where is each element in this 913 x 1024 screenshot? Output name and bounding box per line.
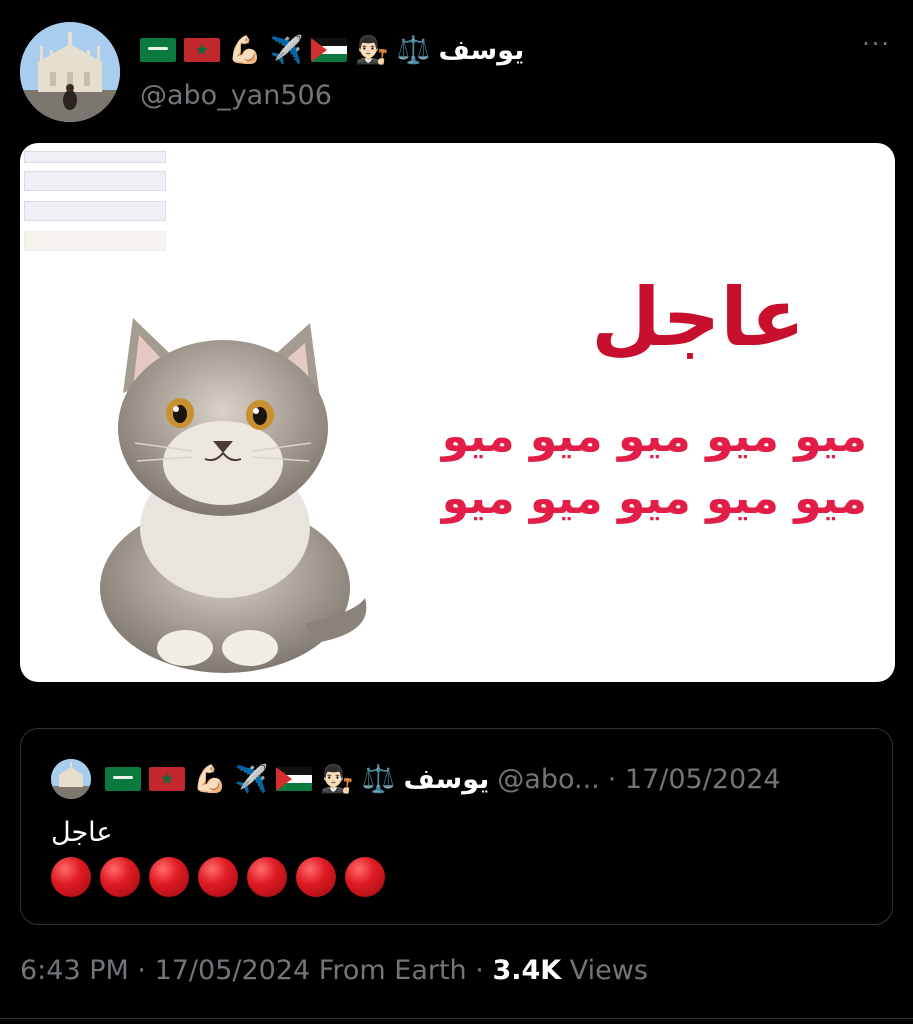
media-ui-strip (24, 201, 166, 221)
tweet-time[interactable]: 6:43 PM (20, 955, 129, 986)
quoted-header: 💪🏻 ✈️ 👨🏻‍⚖️ ⚖️ يوسف @abo... · 17/05/2024 (105, 759, 781, 799)
tweet-media-image[interactable]: عاجل ميو ميو ميو ميو ميو ميو ميو ميو ميو… (20, 143, 895, 682)
tweet-date[interactable]: 17/05/2024 (155, 955, 311, 986)
more-options-icon[interactable]: ··· (862, 30, 891, 58)
views-count[interactable]: 3.4K (492, 955, 561, 986)
man-judge-icon: 👨🏻‍⚖️ (355, 34, 389, 66)
meta-separator: · (475, 955, 493, 986)
quoted-text: عاجل (51, 817, 113, 848)
red-circle-icon (198, 857, 238, 897)
red-circle-icon (345, 857, 385, 897)
balance-scale-icon: ⚖️ (396, 34, 431, 66)
cat-image (100, 318, 367, 673)
quoted-author-avatar[interactable] (51, 759, 91, 799)
saudi-flag-icon (105, 767, 141, 791)
red-circle-icon (100, 857, 140, 897)
tweet-meta: 6:43 PM · 17/05/2024 From Earth · 3.4K V… (20, 955, 648, 986)
divider (0, 1018, 913, 1019)
palestine-flag-icon (311, 38, 348, 62)
flexed-bicep-icon: 💪🏻 (193, 763, 227, 795)
media-ui-strip (24, 151, 166, 163)
morocco-flag-icon (149, 767, 185, 791)
author-handle[interactable]: @abo_yan506 (140, 80, 332, 111)
media-ui-strip (24, 231, 166, 251)
author-name[interactable]: يوسف (439, 35, 525, 66)
red-circle-icon (51, 857, 91, 897)
man-judge-icon: 👨🏻‍⚖️ (320, 763, 354, 795)
author-avatar[interactable] (20, 22, 120, 122)
author-name-row[interactable]: 💪🏻 ✈️ 👨🏻‍⚖️ ⚖️ يوسف (140, 28, 524, 72)
cathedral-image (51, 759, 91, 799)
tweet-source: From Earth (318, 955, 467, 986)
palestine-flag-icon (276, 767, 313, 791)
meta-separator: · (137, 955, 155, 986)
breaking-headline: عاجل (591, 271, 805, 364)
media-ui-strip (24, 171, 166, 191)
airplane-icon: ✈️ (269, 34, 304, 66)
meow-line-2: ميو ميو ميو ميو ميو (441, 473, 867, 524)
balance-scale-icon: ⚖️ (361, 763, 396, 795)
quoted-author-handle: @abo... (497, 763, 600, 795)
red-circle-icon (247, 857, 287, 897)
views-label[interactable]: Views (570, 955, 648, 986)
quoted-author-name: يوسف (403, 763, 490, 795)
airplane-icon: ✈️ (234, 763, 269, 795)
red-circle-icon (296, 857, 336, 897)
red-circle-row (51, 857, 385, 897)
saudi-flag-icon (140, 38, 176, 62)
red-circle-icon (149, 857, 189, 897)
cathedral-image (20, 22, 120, 122)
flexed-bicep-icon: 💪🏻 (228, 34, 262, 66)
meow-line-1: ميو ميو ميو ميو ميو (441, 411, 867, 462)
quoted-date: · 17/05/2024 (607, 763, 781, 795)
quoted-tweet[interactable]: 💪🏻 ✈️ 👨🏻‍⚖️ ⚖️ يوسف @abo... · 17/05/2024… (20, 728, 893, 925)
morocco-flag-icon (184, 38, 220, 62)
